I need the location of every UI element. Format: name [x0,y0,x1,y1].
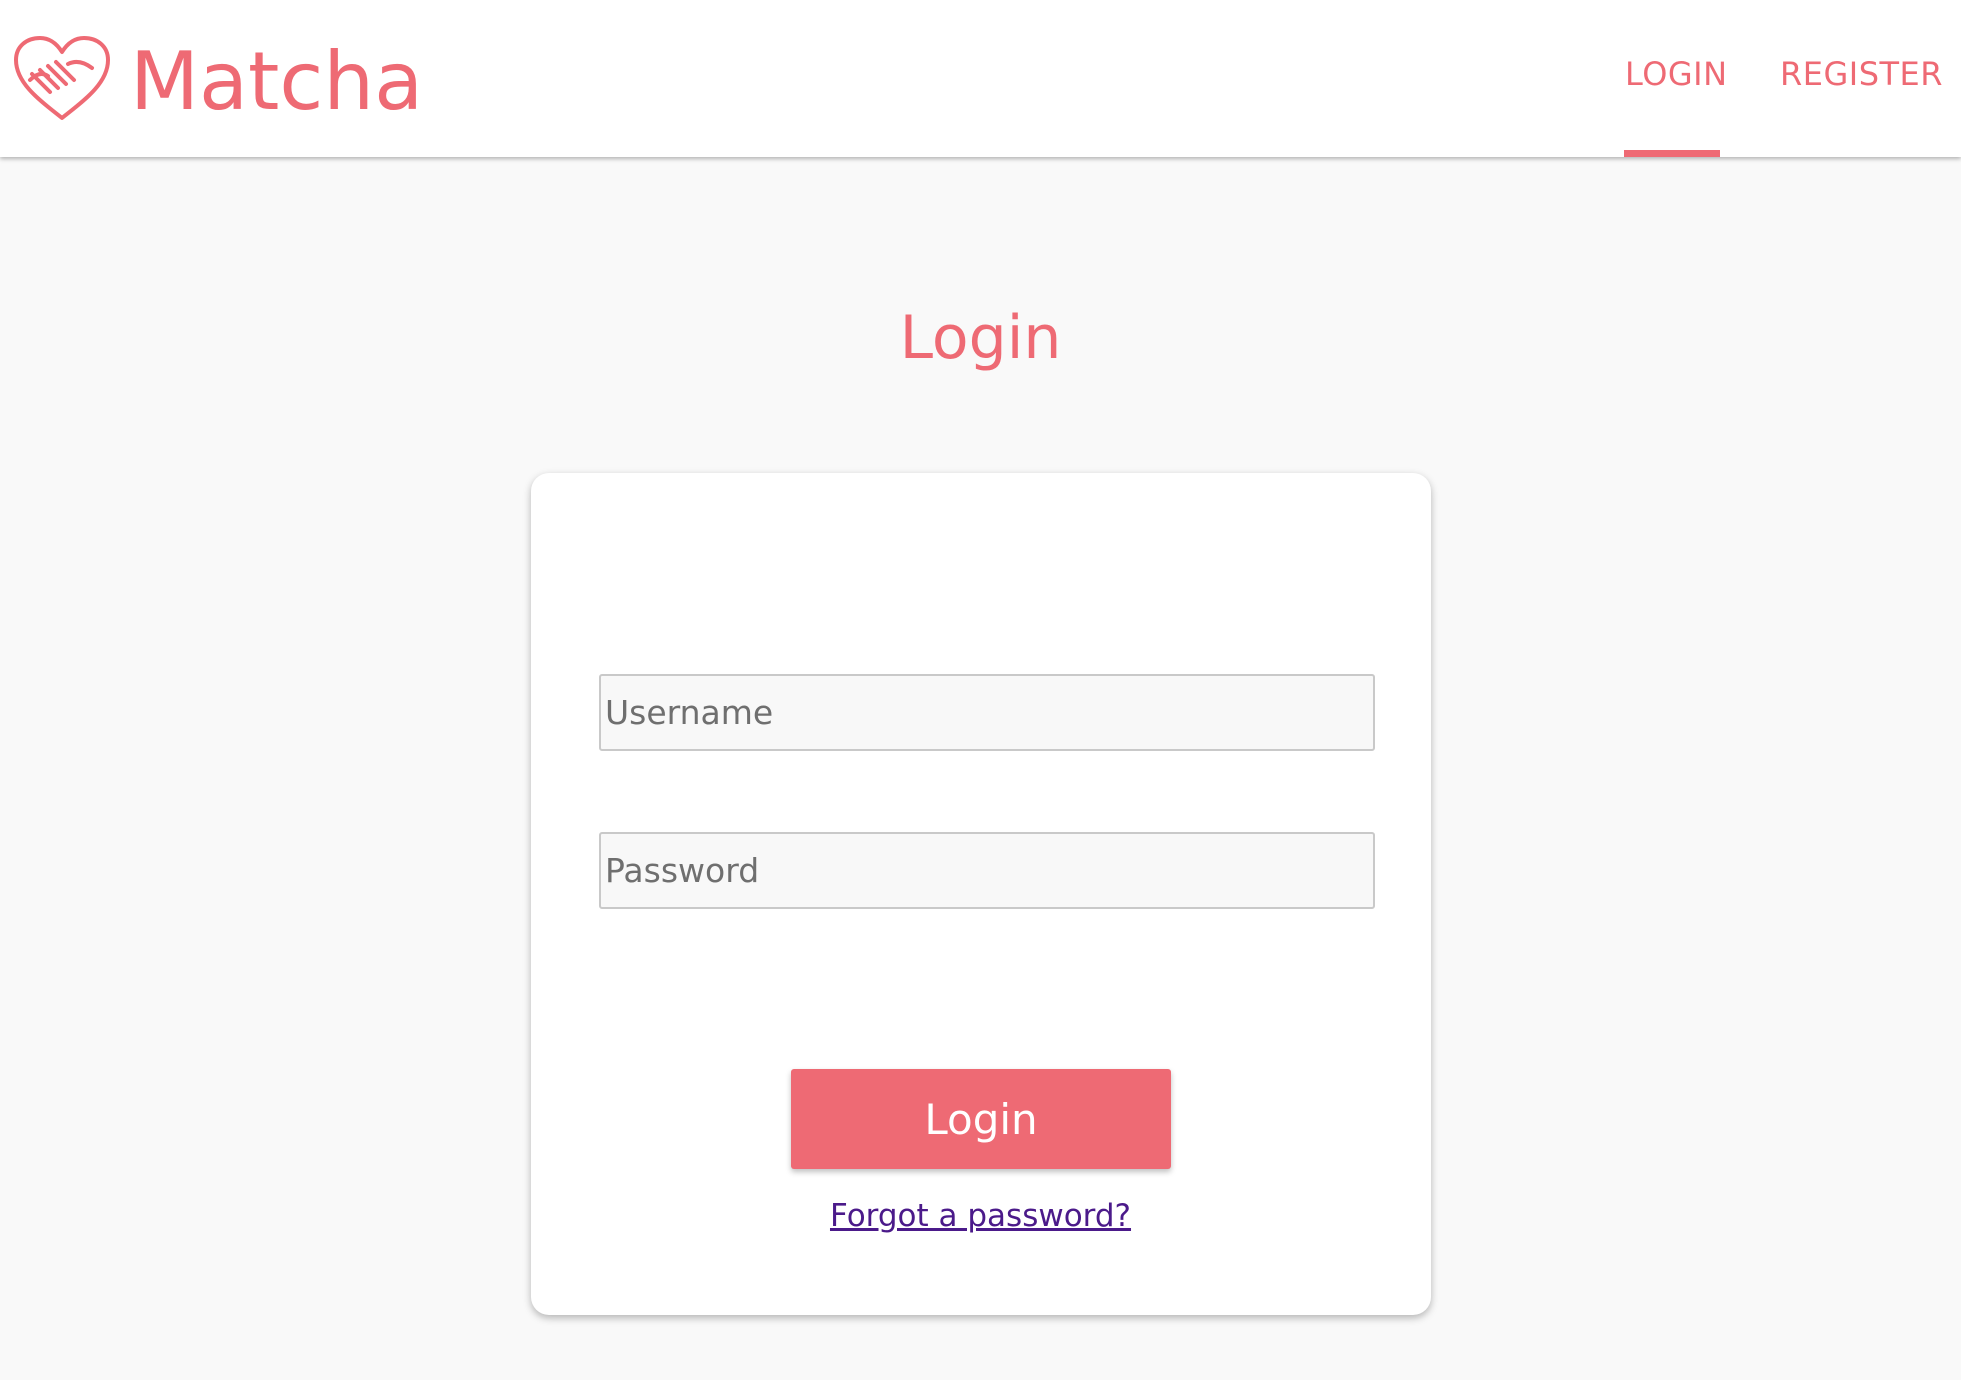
password-input[interactable] [599,832,1375,909]
brand-name[interactable]: Matcha [130,34,423,130]
top-navbar: Matcha LOGIN REGISTER [0,0,1961,157]
login-button[interactable]: Login [791,1069,1171,1169]
nav-tab-login[interactable]: LOGIN [1625,52,1728,96]
nav-tab-register[interactable]: REGISTER [1780,52,1943,96]
username-input[interactable] [599,674,1375,751]
forgot-password-link[interactable]: Forgot a password? [830,1198,1131,1234]
page-title: Login [899,303,1062,373]
active-tab-indicator [1624,150,1720,157]
handshake-heart-icon[interactable] [12,34,112,122]
forgot-password-container: Forgot a password? [0,1195,1961,1237]
